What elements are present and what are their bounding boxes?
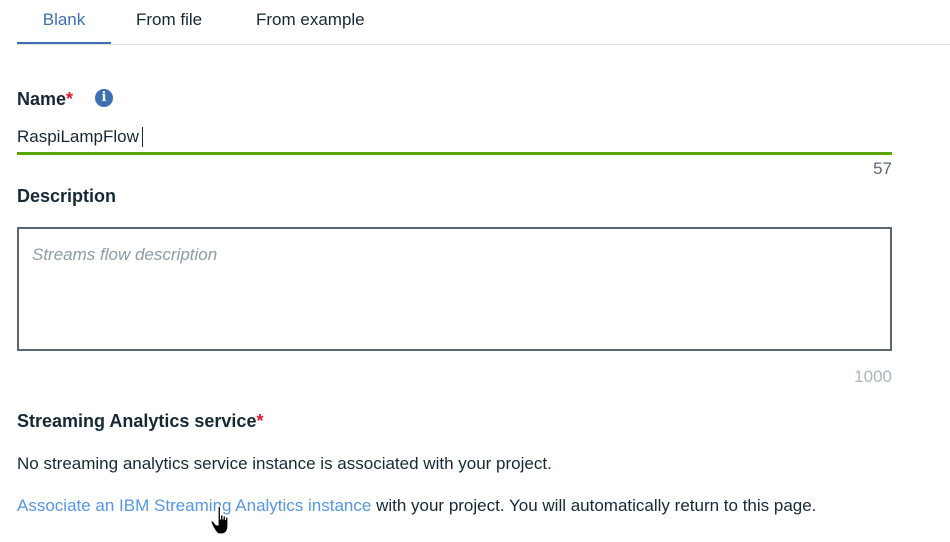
text-caret [142, 127, 143, 147]
name-char-counter: 57 [873, 159, 892, 178]
required-marker: * [66, 89, 74, 109]
name-label-text: Name [17, 89, 67, 109]
description-label: Description [17, 186, 117, 206]
info-icon[interactable]: i [95, 89, 113, 107]
associate-instructions: Associate an IBM Streaming Analytics ins… [17, 496, 816, 516]
service-message: No streaming analytics service instance … [17, 454, 552, 473]
tab-from-file[interactable]: From file [136, 0, 202, 44]
hand-pointer-icon [210, 505, 229, 535]
service-label: Streaming Analytics service* [17, 411, 263, 432]
tab-bar: Blank From file From example [17, 0, 950, 45]
create-streams-flow-form: Blank From file From example Name* i 57 … [0, 0, 950, 542]
associate-instance-link[interactable]: Associate an IBM Streaming Analytics ins… [17, 496, 371, 515]
description-textarea[interactable] [17, 227, 892, 351]
name-label: Name* [17, 89, 73, 110]
required-marker: * [256, 411, 264, 431]
description-char-counter: 1000 [854, 367, 892, 386]
tab-blank[interactable]: Blank [17, 0, 111, 44]
name-input[interactable] [17, 122, 892, 155]
tab-from-example[interactable]: From example [256, 0, 365, 44]
associate-suffix: with your project. You will automaticall… [371, 496, 817, 515]
service-label-text: Streaming Analytics service [17, 411, 257, 431]
